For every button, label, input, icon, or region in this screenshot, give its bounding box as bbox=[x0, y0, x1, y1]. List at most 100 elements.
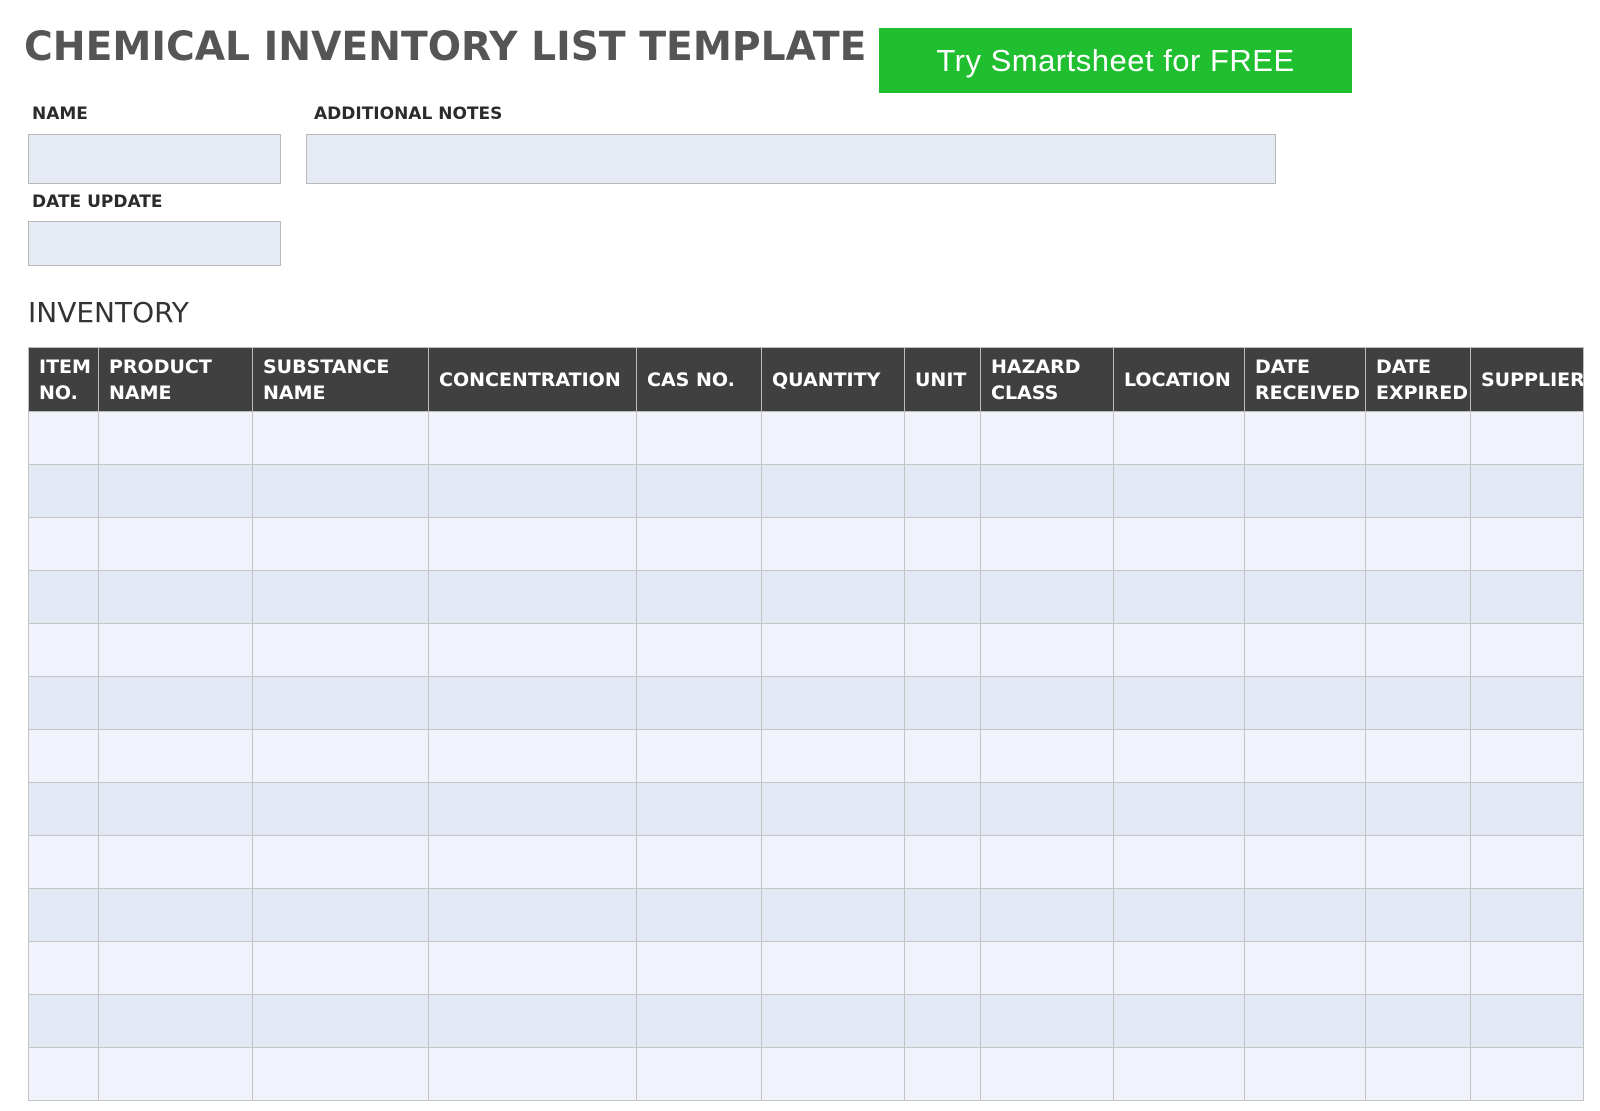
table-cell-item-no[interactable] bbox=[28, 1047, 99, 1101]
table-cell-supplier[interactable] bbox=[1470, 623, 1584, 677]
table-cell-supplier[interactable] bbox=[1470, 941, 1584, 995]
table-cell-date-expired[interactable] bbox=[1365, 464, 1471, 518]
table-cell-location[interactable] bbox=[1113, 835, 1245, 889]
table-cell-date-received[interactable] bbox=[1244, 676, 1366, 730]
table-cell-concentration[interactable] bbox=[428, 994, 637, 1048]
table-cell-quantity[interactable] bbox=[761, 464, 905, 518]
table-cell-unit[interactable] bbox=[904, 517, 981, 571]
table-cell-quantity[interactable] bbox=[761, 729, 905, 783]
table-cell-item-no[interactable] bbox=[28, 464, 99, 518]
table-cell-unit[interactable] bbox=[904, 782, 981, 836]
table-cell-date-expired[interactable] bbox=[1365, 994, 1471, 1048]
table-cell-substance-name[interactable] bbox=[252, 570, 429, 624]
table-cell-unit[interactable] bbox=[904, 623, 981, 677]
table-cell-quantity[interactable] bbox=[761, 782, 905, 836]
table-cell-product-name[interactable] bbox=[98, 570, 253, 624]
table-cell-substance-name[interactable] bbox=[252, 517, 429, 571]
table-cell-quantity[interactable] bbox=[761, 941, 905, 995]
table-cell-location[interactable] bbox=[1113, 994, 1245, 1048]
table-cell-quantity[interactable] bbox=[761, 835, 905, 889]
table-cell-item-no[interactable] bbox=[28, 994, 99, 1048]
table-cell-location[interactable] bbox=[1113, 941, 1245, 995]
table-cell-quantity[interactable] bbox=[761, 411, 905, 465]
table-cell-quantity[interactable] bbox=[761, 676, 905, 730]
table-cell-quantity[interactable] bbox=[761, 570, 905, 624]
table-cell-date-received[interactable] bbox=[1244, 623, 1366, 677]
table-cell-product-name[interactable] bbox=[98, 464, 253, 518]
table-cell-cas-no[interactable] bbox=[636, 676, 762, 730]
table-cell-supplier[interactable] bbox=[1470, 888, 1584, 942]
table-cell-supplier[interactable] bbox=[1470, 835, 1584, 889]
table-cell-substance-name[interactable] bbox=[252, 941, 429, 995]
table-cell-cas-no[interactable] bbox=[636, 623, 762, 677]
table-cell-date-received[interactable] bbox=[1244, 888, 1366, 942]
table-cell-date-received[interactable] bbox=[1244, 782, 1366, 836]
table-cell-date-expired[interactable] bbox=[1365, 411, 1471, 465]
table-cell-item-no[interactable] bbox=[28, 941, 99, 995]
table-cell-concentration[interactable] bbox=[428, 623, 637, 677]
table-cell-location[interactable] bbox=[1113, 464, 1245, 518]
table-cell-location[interactable] bbox=[1113, 676, 1245, 730]
table-cell-supplier[interactable] bbox=[1470, 464, 1584, 518]
table-cell-concentration[interactable] bbox=[428, 782, 637, 836]
table-cell-substance-name[interactable] bbox=[252, 835, 429, 889]
table-cell-supplier[interactable] bbox=[1470, 517, 1584, 571]
table-cell-date-received[interactable] bbox=[1244, 1047, 1366, 1101]
table-cell-cas-no[interactable] bbox=[636, 570, 762, 624]
table-cell-cas-no[interactable] bbox=[636, 941, 762, 995]
table-cell-cas-no[interactable] bbox=[636, 411, 762, 465]
table-cell-concentration[interactable] bbox=[428, 517, 637, 571]
table-cell-date-received[interactable] bbox=[1244, 994, 1366, 1048]
table-cell-product-name[interactable] bbox=[98, 1047, 253, 1101]
table-cell-product-name[interactable] bbox=[98, 835, 253, 889]
table-cell-location[interactable] bbox=[1113, 729, 1245, 783]
table-cell-cas-no[interactable] bbox=[636, 888, 762, 942]
table-cell-substance-name[interactable] bbox=[252, 411, 429, 465]
table-cell-quantity[interactable] bbox=[761, 1047, 905, 1101]
table-cell-hazard-class[interactable] bbox=[980, 411, 1114, 465]
table-cell-date-received[interactable] bbox=[1244, 835, 1366, 889]
table-cell-supplier[interactable] bbox=[1470, 1047, 1584, 1101]
table-cell-date-expired[interactable] bbox=[1365, 941, 1471, 995]
table-cell-cas-no[interactable] bbox=[636, 464, 762, 518]
table-cell-supplier[interactable] bbox=[1470, 411, 1584, 465]
table-cell-date-received[interactable] bbox=[1244, 464, 1366, 518]
table-cell-date-expired[interactable] bbox=[1365, 676, 1471, 730]
table-cell-hazard-class[interactable] bbox=[980, 570, 1114, 624]
table-cell-cas-no[interactable] bbox=[636, 782, 762, 836]
table-cell-hazard-class[interactable] bbox=[980, 729, 1114, 783]
table-cell-date-expired[interactable] bbox=[1365, 729, 1471, 783]
table-cell-item-no[interactable] bbox=[28, 570, 99, 624]
table-cell-cas-no[interactable] bbox=[636, 1047, 762, 1101]
table-cell-location[interactable] bbox=[1113, 570, 1245, 624]
table-cell-cas-no[interactable] bbox=[636, 517, 762, 571]
table-cell-quantity[interactable] bbox=[761, 623, 905, 677]
table-cell-location[interactable] bbox=[1113, 411, 1245, 465]
table-cell-unit[interactable] bbox=[904, 888, 981, 942]
table-cell-item-no[interactable] bbox=[28, 623, 99, 677]
table-cell-concentration[interactable] bbox=[428, 570, 637, 624]
table-cell-substance-name[interactable] bbox=[252, 782, 429, 836]
table-cell-unit[interactable] bbox=[904, 729, 981, 783]
table-cell-quantity[interactable] bbox=[761, 888, 905, 942]
table-cell-substance-name[interactable] bbox=[252, 464, 429, 518]
table-cell-cas-no[interactable] bbox=[636, 994, 762, 1048]
table-cell-hazard-class[interactable] bbox=[980, 782, 1114, 836]
table-cell-concentration[interactable] bbox=[428, 464, 637, 518]
table-cell-location[interactable] bbox=[1113, 1047, 1245, 1101]
table-cell-item-no[interactable] bbox=[28, 517, 99, 571]
table-cell-product-name[interactable] bbox=[98, 994, 253, 1048]
table-cell-date-expired[interactable] bbox=[1365, 570, 1471, 624]
table-cell-concentration[interactable] bbox=[428, 411, 637, 465]
table-cell-concentration[interactable] bbox=[428, 729, 637, 783]
date-update-input[interactable] bbox=[28, 221, 281, 266]
table-cell-date-expired[interactable] bbox=[1365, 1047, 1471, 1101]
table-cell-product-name[interactable] bbox=[98, 729, 253, 783]
table-cell-location[interactable] bbox=[1113, 782, 1245, 836]
table-cell-product-name[interactable] bbox=[98, 888, 253, 942]
table-cell-concentration[interactable] bbox=[428, 888, 637, 942]
table-cell-hazard-class[interactable] bbox=[980, 1047, 1114, 1101]
table-cell-supplier[interactable] bbox=[1470, 994, 1584, 1048]
table-cell-product-name[interactable] bbox=[98, 623, 253, 677]
table-cell-hazard-class[interactable] bbox=[980, 623, 1114, 677]
